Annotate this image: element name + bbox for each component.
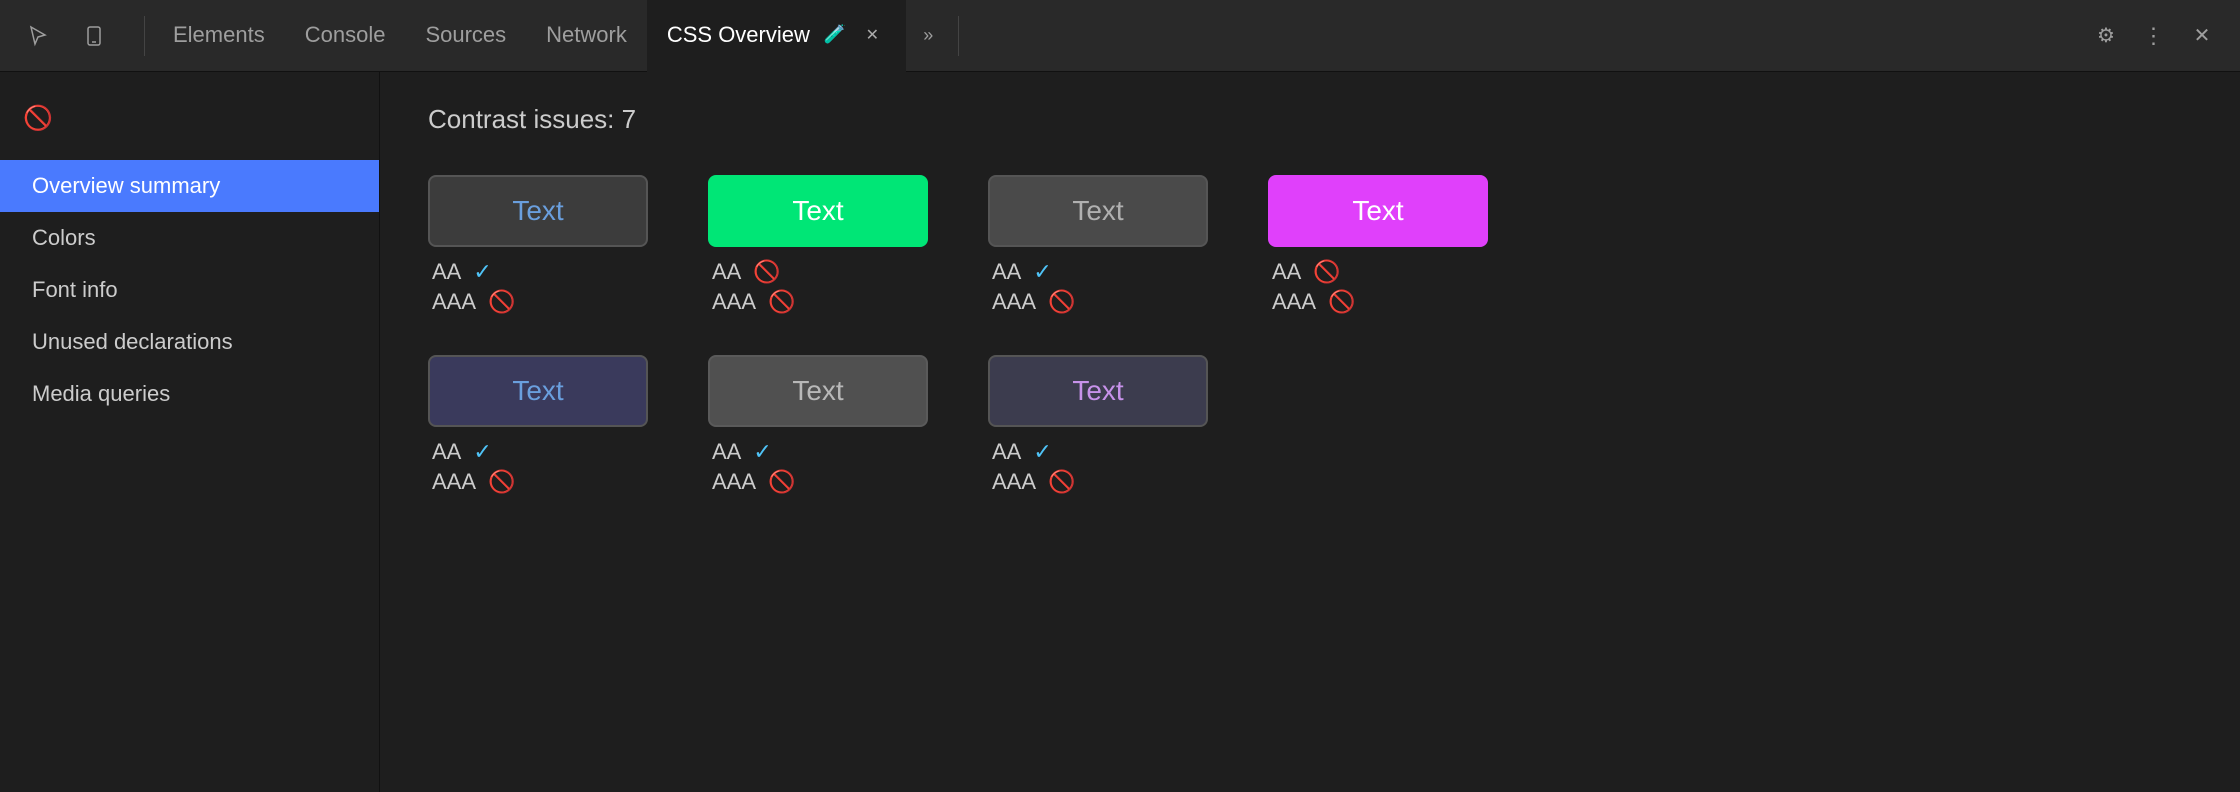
cursor-icon[interactable] [16,14,60,58]
sidebar-item-overview-summary[interactable]: Overview summary [0,160,379,212]
sidebar: 🚫 Overview summary Colors Font info Unus… [0,72,380,792]
aa-rating-1: AA ✓ [432,259,648,285]
contrast-ratings-2: AA 🚫 AAA 🚫 [708,259,928,315]
tab-elements[interactable]: Elements [153,0,285,72]
tab-sources[interactable]: Sources [405,0,526,72]
aaa-rating-6: AAA 🚫 [712,469,928,495]
mobile-icon[interactable] [72,14,116,58]
aaa-rating-4: AAA 🚫 [1272,289,1488,315]
contrast-row-1: Text AA ✓ AAA 🚫 [428,175,2192,315]
aa-label-7: AA [992,439,1021,465]
aa-label-1: AA [432,259,461,285]
aaa-fail-icon-4: 🚫 [1328,289,1355,315]
aa-label-3: AA [992,259,1021,285]
sidebar-item-colors[interactable]: Colors [0,212,379,264]
aa-rating-4: AA 🚫 [1272,259,1488,285]
contrast-ratings-1: AA ✓ AAA 🚫 [428,259,648,315]
tab-bar-right: ⚙ ⋮ ✕ [2084,14,2224,58]
contrast-item-1: Text AA ✓ AAA 🚫 [428,175,648,315]
aaa-rating-3: AAA 🚫 [992,289,1208,315]
aaa-fail-icon-2: 🚫 [768,289,795,315]
aaa-fail-icon-5: 🚫 [488,469,515,495]
settings-icon[interactable]: ⚙ [2084,14,2128,58]
tab-css-overview[interactable]: CSS Overview 🧪 ✕ [647,0,906,72]
aaa-label-6: AAA [712,469,756,495]
aa-label-2: AA [712,259,741,285]
tab-bar-left [16,14,116,58]
aa-pass-icon-6: ✓ [753,439,771,465]
tab-console[interactable]: Console [285,0,406,72]
aaa-label-3: AAA [992,289,1036,315]
aaa-fail-icon-3: 🚫 [1048,289,1075,315]
contrast-btn-6[interactable]: Text [708,355,928,427]
no-icon: 🚫 [12,92,64,144]
contrast-btn-1[interactable]: Text [428,175,648,247]
aa-pass-icon-1: ✓ [473,259,491,285]
aaa-rating-7: AAA 🚫 [992,469,1208,495]
aaa-label-5: AAA [432,469,476,495]
main-area: 🚫 Overview summary Colors Font info Unus… [0,72,2240,792]
contrast-title: Contrast issues: 7 [428,104,2192,135]
aaa-fail-icon-7: 🚫 [1048,469,1075,495]
contrast-item-5: Text AA ✓ AAA 🚫 [428,355,648,495]
aa-fail-icon-4: 🚫 [1313,259,1340,285]
aa-rating-5: AA ✓ [432,439,648,465]
contrast-grid: Text AA ✓ AAA 🚫 [428,175,2192,495]
sidebar-item-unused-declarations[interactable]: Unused declarations [0,316,379,368]
contrast-btn-3[interactable]: Text [988,175,1208,247]
contrast-ratings-3: AA ✓ AAA 🚫 [988,259,1208,315]
more-options-icon[interactable]: ⋮ [2132,14,2176,58]
aaa-rating-1: AAA 🚫 [432,289,648,315]
contrast-item-4: Text AA 🚫 AAA 🚫 [1268,175,1488,315]
contrast-item-7: Text AA ✓ AAA 🚫 [988,355,1208,495]
aa-rating-2: AA 🚫 [712,259,928,285]
aaa-label-4: AAA [1272,289,1316,315]
contrast-item-2: Text AA 🚫 AAA 🚫 [708,175,928,315]
aaa-label-7: AAA [992,469,1036,495]
contrast-item-3: Text AA ✓ AAA 🚫 [988,175,1208,315]
aa-label-6: AA [712,439,741,465]
flask-icon: 🧪 [824,24,846,45]
aaa-rating-5: AAA 🚫 [432,469,648,495]
aa-rating-3: AA ✓ [992,259,1208,285]
aaa-label-1: AAA [432,289,476,315]
aa-pass-icon-5: ✓ [473,439,491,465]
tab-close-icon[interactable]: ✕ [858,21,886,49]
contrast-btn-4[interactable]: Text [1268,175,1488,247]
aa-label-5: AA [432,439,461,465]
content-area: Contrast issues: 7 Text AA ✓ [380,72,2240,792]
aaa-rating-2: AAA 🚫 [712,289,928,315]
contrast-ratings-7: AA ✓ AAA 🚫 [988,439,1208,495]
contrast-btn-2[interactable]: Text [708,175,928,247]
aaa-label-2: AAA [712,289,756,315]
sidebar-item-font-info[interactable]: Font info [0,264,379,316]
tab-css-overview-label: CSS Overview [667,22,810,48]
aa-pass-icon-3: ✓ [1033,259,1051,285]
close-devtools-icon[interactable]: ✕ [2180,14,2224,58]
contrast-ratings-5: AA ✓ AAA 🚫 [428,439,648,495]
tab-network[interactable]: Network [526,0,647,72]
contrast-btn-5[interactable]: Text [428,355,648,427]
contrast-row-2: Text AA ✓ AAA 🚫 [428,355,2192,495]
aaa-fail-icon-6: 🚫 [768,469,795,495]
contrast-item-6: Text AA ✓ AAA 🚫 [708,355,928,495]
aa-rating-7: AA ✓ [992,439,1208,465]
sidebar-item-media-queries[interactable]: Media queries [0,368,379,420]
tab-divider-left [144,16,145,56]
aaa-fail-icon-1: 🚫 [488,289,515,315]
devtools-window: Elements Console Sources Network CSS Ove… [0,0,2240,792]
tab-divider-right [958,16,959,56]
contrast-btn-7[interactable]: Text [988,355,1208,427]
tab-bar: Elements Console Sources Network CSS Ove… [0,0,2240,72]
aa-rating-6: AA ✓ [712,439,928,465]
aa-pass-icon-7: ✓ [1033,439,1051,465]
tab-more-icon[interactable]: » [906,14,950,58]
contrast-ratings-4: AA 🚫 AAA 🚫 [1268,259,1488,315]
contrast-ratings-6: AA ✓ AAA 🚫 [708,439,928,495]
aa-fail-icon-2: 🚫 [753,259,780,285]
aa-label-4: AA [1272,259,1301,285]
